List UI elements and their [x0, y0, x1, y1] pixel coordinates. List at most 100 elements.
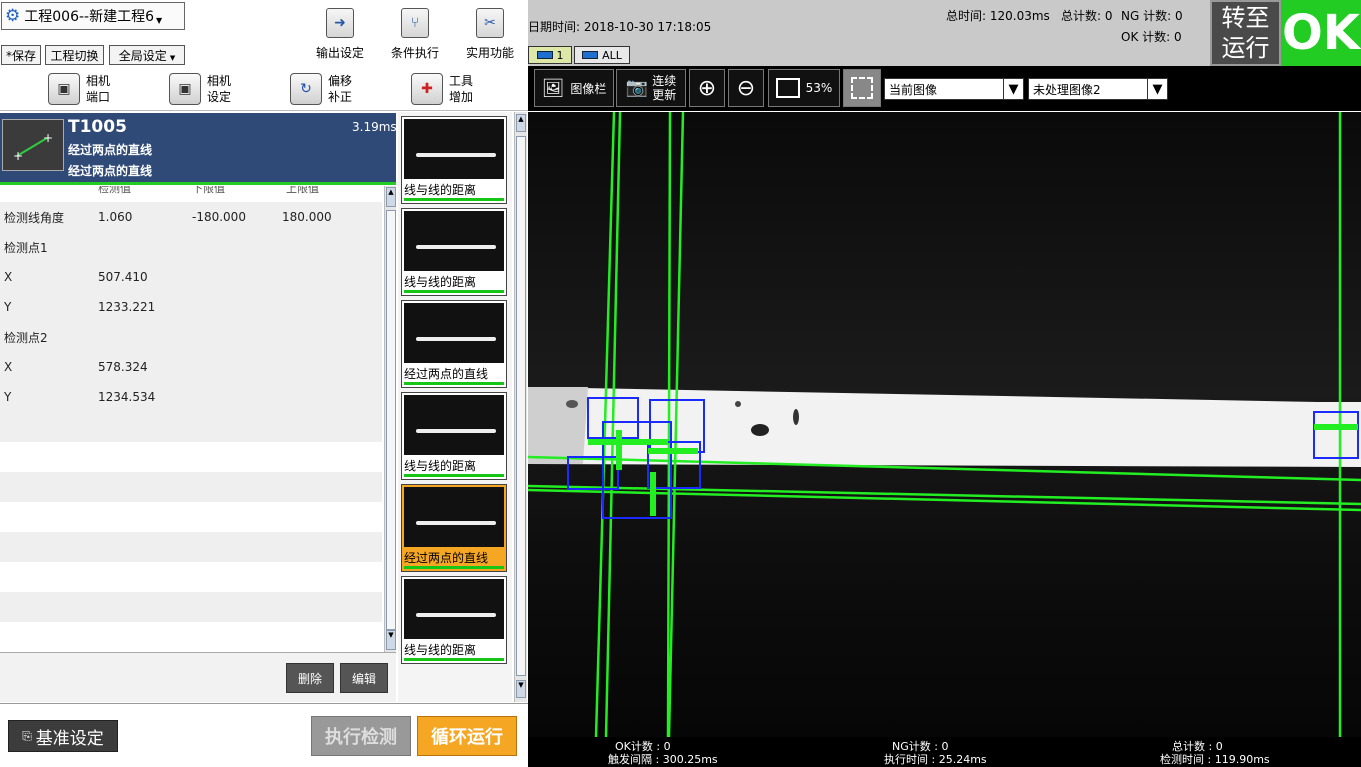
current-image-select[interactable]: 当前图像 ▼: [884, 78, 1024, 100]
unprocessed-image-select[interactable]: 未处理图像2 ▼: [1028, 78, 1168, 100]
switch-to-run-button[interactable]: 转至 运行: [1210, 0, 1281, 66]
utility-button[interactable]: ✂ 实用功能: [457, 8, 523, 64]
table-row[interactable]: Y 1234.534: [0, 382, 382, 412]
utility-label: 实用功能: [465, 46, 514, 60]
table-row[interactable]: 检测线角度 1.060 -180.000 180.000: [0, 202, 382, 232]
reference-settings-button[interactable]: ⎘ 基准设定: [8, 720, 118, 752]
status-bar: OK计数 : 0 触发间隔 : 300.25ms NG计数 : 0 执行时间 :…: [528, 737, 1361, 767]
continuous-update-button[interactable]: 📷 连续 更新: [616, 69, 686, 107]
thumbnail-status-bar: [404, 566, 504, 569]
thumbnail-image: [404, 395, 504, 455]
zoom-out-icon: ⊖: [736, 75, 756, 101]
table-row[interactable]: 检测点2: [0, 322, 382, 352]
result-table: 检测值 下限值 上限值 检测线角度 1.060 -180.000 180.000 检测点…: [0, 186, 382, 652]
camera-tab-all[interactable]: ALL: [574, 46, 630, 64]
tool-thumbnail[interactable]: 线与线的距离: [401, 116, 507, 204]
row-detect-value: 578.324: [98, 360, 148, 374]
edit-button[interactable]: 编辑: [340, 663, 388, 693]
col-detect: 检测值: [98, 186, 131, 195]
tool-id: T1005: [68, 117, 127, 137]
image-bar-label: 图像栏: [570, 81, 607, 96]
table-row[interactable]: X 507.410: [0, 262, 382, 292]
reference-label: 基准设定: [35, 728, 104, 749]
table-scrollbar[interactable]: ▲ ▼: [384, 186, 396, 652]
camera-settings-button[interactable]: ▣ 相机 设定: [169, 69, 231, 109]
thumbnail-image: [404, 579, 504, 639]
project-switch-button[interactable]: 工程切换: [45, 45, 104, 65]
project-selector[interactable]: ⚙ 工程006--新建工程6 ▼: [1, 2, 185, 30]
row-label: 检测点1: [4, 240, 48, 255]
status-trigger-interval: 触发间隔 : 300.25ms: [608, 753, 718, 766]
zoom-out-button[interactable]: ⊖: [728, 69, 764, 107]
offset-correction-button[interactable]: ↻ 偏移 补正: [290, 69, 352, 109]
scroll-up-icon[interactable]: ▲: [386, 187, 396, 207]
row-lower-value: -180.000: [192, 210, 246, 224]
tool-thumbnail[interactable]: 线与线的距离: [401, 208, 507, 296]
fit-icon: [775, 78, 800, 98]
zoom-in-button[interactable]: ⊕: [689, 69, 725, 107]
scroll-down-icon[interactable]: ▼: [516, 680, 526, 698]
zoom-in-icon: ⊕: [697, 75, 717, 101]
tools-icon: ✂: [476, 8, 504, 38]
info-panel: 日期时间: 2018-10-30 17:18:05 总时间: 120.03ms …: [528, 0, 1210, 66]
tool-thumbnail[interactable]: 经过两点的直线: [401, 300, 507, 388]
condition-exec-button[interactable]: ⑂ 条件执行: [382, 8, 448, 64]
thumbnail-status-bar: [404, 290, 504, 293]
condition-exec-label: 条件执行: [390, 46, 439, 60]
scroll-up-icon[interactable]: ▲: [516, 114, 526, 132]
tool-toolbar: ▣ 相机 端口 ▣ 相机 设定 ↻ 偏移 补正 ✚ 工具 增加: [0, 66, 528, 111]
add-tool-icon: ✚: [411, 73, 443, 105]
delete-button[interactable]: 删除: [286, 663, 334, 693]
scroll-down-icon[interactable]: ▼: [386, 630, 396, 650]
camera-icon: 📷: [625, 77, 649, 98]
loop-run-button[interactable]: 循环运行: [417, 716, 517, 756]
image-bar-button[interactable]: 🖼 图像栏: [534, 69, 614, 107]
thumbnail-label: 经过两点的直线: [404, 367, 489, 381]
output-settings-label: 输出设定: [315, 46, 364, 60]
tool-thumbnail[interactable]: 经过两点的直线: [401, 484, 507, 572]
tool-list-scrollbar[interactable]: ▲ ▼: [514, 112, 527, 702]
continuous-label-2: 更新: [652, 88, 677, 102]
camera-tab-1[interactable]: 1: [528, 46, 572, 64]
thumbnail-status-bar: [404, 658, 504, 661]
global-settings-button[interactable]: 全局设定 ▼: [109, 45, 185, 65]
table-row[interactable]: X 578.324: [0, 352, 382, 382]
save-button[interactable]: *保存: [1, 45, 41, 65]
current-image-value: 当前图像: [889, 82, 938, 97]
add-tool-label-2: 增加: [449, 90, 474, 104]
tool-time: 3.19ms: [352, 120, 397, 134]
thumbnail-image: [404, 303, 504, 363]
fit-button[interactable]: 53%: [768, 69, 840, 107]
row-detect-value: 1233.221: [98, 300, 156, 314]
switch-run-label-1: 转至: [1221, 4, 1270, 32]
offset-label-1: 偏移: [328, 74, 353, 88]
thumbnail-label: 经过两点的直线: [402, 549, 506, 567]
row-label: Y: [4, 300, 12, 314]
offset-label-2: 补正: [328, 90, 353, 104]
global-settings-label: 全局设定: [118, 48, 167, 63]
status-exec-time: 执行时间 : 25.24ms: [884, 753, 987, 766]
execute-detection-button[interactable]: 执行检测: [311, 716, 411, 756]
camera-tab-all-label: ALL: [602, 48, 622, 62]
thumbnail-image: [404, 487, 504, 547]
reference-icon: ⎘: [22, 728, 32, 743]
table-row[interactable]: Y 1233.221: [0, 292, 382, 322]
add-tool-label-1: 工具: [449, 74, 474, 88]
thumbnail-label: 线与线的距离: [404, 183, 477, 197]
thumbnail-label: 线与线的距离: [404, 275, 477, 289]
thumbnail-status-bar: [404, 198, 504, 201]
scroll-thumb[interactable]: [516, 136, 526, 676]
select-tool-button[interactable]: [843, 69, 881, 107]
image-viewport[interactable]: [528, 112, 1361, 737]
output-settings-button[interactable]: ➜ 输出设定: [307, 8, 373, 64]
tool-thumbnail[interactable]: 线与线的距离: [401, 392, 507, 480]
tool-header: + + T1005 3.19ms 经过两点的直线 经过两点的直线: [0, 113, 397, 185]
camera-icon: [536, 51, 553, 59]
scroll-thumb[interactable]: [386, 210, 396, 630]
camera-port-button[interactable]: ▣ 相机 端口: [48, 69, 110, 109]
col-upper: 上限值: [286, 186, 319, 195]
inspection-image: [528, 112, 1361, 737]
add-tool-button[interactable]: ✚ 工具增加: [411, 69, 473, 109]
table-row[interactable]: 检测点1: [0, 232, 382, 262]
tool-thumbnail[interactable]: 线与线的距离: [401, 576, 507, 664]
